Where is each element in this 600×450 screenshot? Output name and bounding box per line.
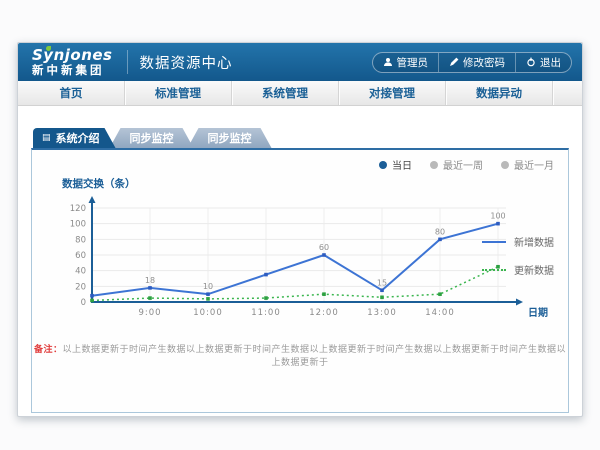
main-nav: 首页 标准管理 系统管理 对接管理 数据异动 — [18, 81, 582, 106]
svg-text:60: 60 — [319, 243, 329, 252]
range-option-today-label: 当日 — [392, 157, 412, 172]
tab-sync-monitor-1[interactable]: 同步监控 — [110, 128, 194, 148]
nav-item-data-change[interactable]: 数据异动 — [446, 81, 553, 105]
nav-item-system-mgmt[interactable]: 系统管理 — [232, 81, 339, 105]
list-icon: ▤ — [42, 134, 51, 143]
logout-label: 退出 — [540, 55, 561, 70]
change-password-button[interactable]: 修改密码 — [438, 53, 515, 72]
svg-text:80: 80 — [435, 227, 445, 236]
chart-y-axis-title: 数据交换（条） — [62, 176, 136, 191]
tab-sync-monitor-1-label: 同步监控 — [130, 130, 174, 146]
svg-text:80: 80 — [75, 235, 86, 245]
svg-text:11:00: 11:00 — [251, 308, 281, 318]
app-header: Synjones 新中新集团 数据资源中心 管理员 修改密码 — [18, 43, 582, 81]
range-option-today[interactable]: 当日 — [379, 157, 412, 172]
brand-logo: Synjones 新中新集团 — [32, 48, 125, 77]
nav-item-home[interactable]: 首页 — [18, 81, 125, 105]
legend-item-label: 新增数据 — [514, 234, 554, 249]
svg-text:18: 18 — [145, 276, 155, 285]
logout-button[interactable]: 退出 — [515, 53, 571, 72]
admin-user-label: 管理员 — [397, 55, 429, 70]
range-option-last-month-label: 最近一月 — [514, 157, 554, 172]
tab-system-intro-label: 系统介绍 — [56, 130, 100, 146]
radio-selected-icon — [379, 161, 387, 169]
tab-system-intro[interactable]: ▤ 系统介绍 — [33, 128, 116, 148]
change-password-label: 修改密码 — [463, 55, 505, 70]
tab-sync-monitor-2-label: 同步监控 — [208, 130, 252, 146]
chart-area: 0 20 40 60 80 100 120 9:00 10:00 11:00 12:00 13:00 1… — [40, 196, 552, 334]
header-user-bar: 管理员 修改密码 退出 — [372, 52, 573, 73]
svg-text:60: 60 — [75, 251, 86, 261]
radio-unselected-icon — [430, 161, 438, 169]
footer-note: 备注：以上数据更新于时间产生数据以上数据更新于时间产生数据以上数据更新于时间产生… — [32, 342, 568, 368]
brand-logo-subtext: 新中新集团 — [32, 65, 113, 77]
range-option-last-month[interactable]: 最近一月 — [501, 157, 554, 172]
nav-item-standard-mgmt[interactable]: 标准管理 — [125, 81, 232, 105]
nav-item-interface-mgmt[interactable]: 对接管理 — [339, 81, 446, 105]
svg-text:10: 10 — [203, 282, 213, 291]
svg-text:日期（小时）: 日期（小时） — [528, 306, 552, 319]
solid-line-icon — [482, 241, 506, 243]
tab-sync-monitor-2[interactable]: 同步监控 — [188, 128, 272, 148]
dotted-line-icon — [482, 269, 506, 271]
range-selector: 当日 最近一周 最近一月 — [379, 157, 554, 172]
app-title: 数据资源中心 — [140, 52, 233, 73]
admin-user-button[interactable]: 管理员 — [373, 53, 439, 72]
range-option-last-week-label: 最近一周 — [443, 157, 483, 172]
svg-text:120: 120 — [70, 204, 86, 214]
chart-svg: 0 20 40 60 80 100 120 9:00 10:00 11:00 12:00 13:00 1… — [40, 196, 552, 330]
chart-panel: 当日 最近一周 最近一月 数据交换（条） 0 20 40 60 80 100 120 9:00… — [31, 148, 569, 413]
edit-icon — [449, 57, 459, 67]
svg-text:14:00: 14:00 — [425, 308, 455, 318]
tab-bar: ▤ 系统介绍 同步监控 同步监控 — [33, 128, 582, 148]
legend-item-label: 更新数据 — [514, 262, 554, 277]
svg-text:12:00: 12:00 — [309, 308, 339, 318]
svg-text:0: 0 — [81, 298, 86, 308]
header-divider — [127, 50, 128, 74]
legend-item-更新数据[interactable]: 更新数据 — [482, 262, 554, 277]
svg-text:40: 40 — [75, 267, 86, 277]
power-icon — [526, 57, 536, 67]
brand-logo-text: Synjones — [32, 48, 113, 63]
footer-note-prefix: 备注： — [34, 345, 63, 355]
svg-text:9:00: 9:00 — [138, 308, 161, 318]
footer-note-text: 以上数据更新于时间产生数据以上数据更新于时间产生数据以上数据更新于时间产生数据以… — [63, 345, 567, 368]
user-icon — [383, 57, 393, 67]
svg-text:13:00: 13:00 — [367, 308, 397, 318]
main-window: Synjones 新中新集团 数据资源中心 管理员 修改密码 — [17, 42, 583, 417]
legend-item-新增数据[interactable]: 新增数据 — [482, 234, 554, 249]
svg-text:100: 100 — [70, 220, 86, 230]
svg-text:100: 100 — [490, 212, 505, 221]
svg-text:20: 20 — [75, 282, 86, 292]
range-option-last-week[interactable]: 最近一周 — [430, 157, 483, 172]
svg-text:10:00: 10:00 — [193, 308, 223, 318]
chart-series-legend: 新增数据更新数据 — [482, 234, 554, 277]
svg-text:15: 15 — [377, 278, 387, 287]
radio-unselected-icon — [501, 161, 509, 169]
